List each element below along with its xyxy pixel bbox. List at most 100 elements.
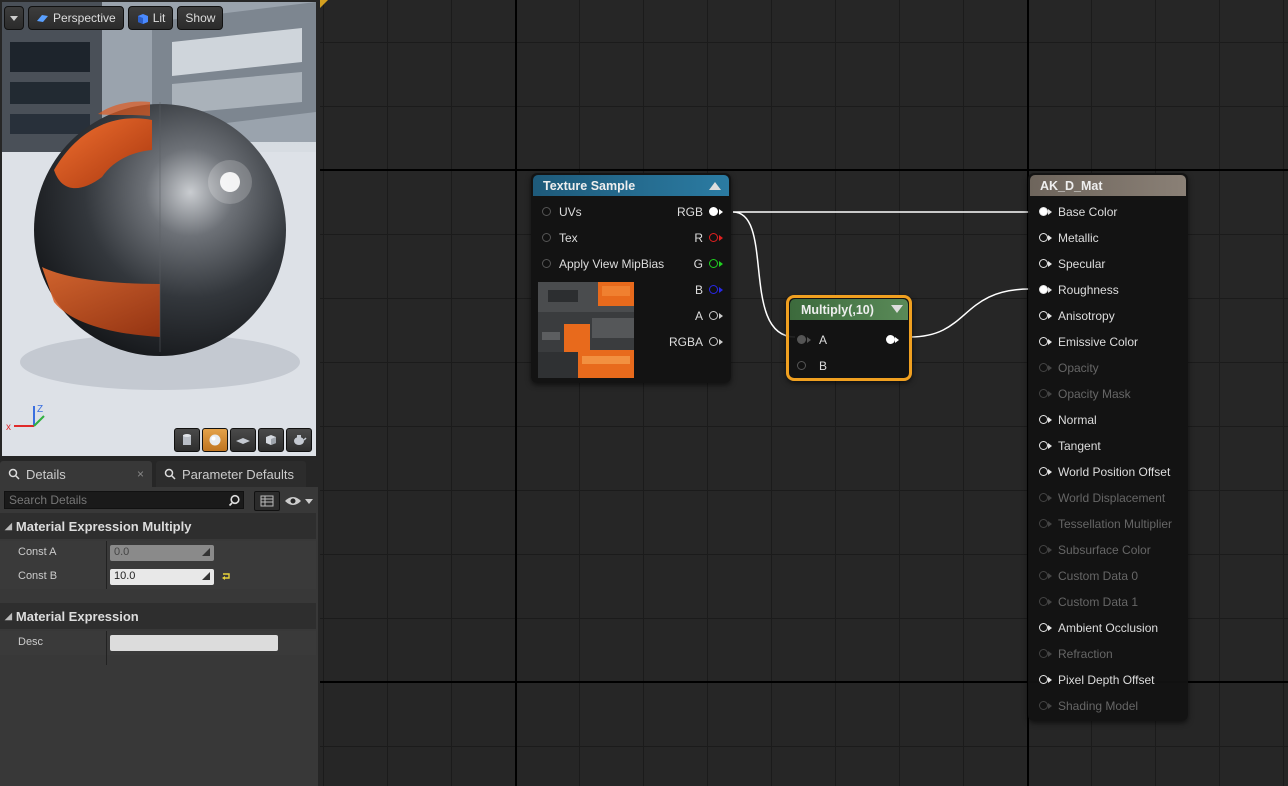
pin-socket: [1039, 285, 1048, 294]
material-pin-custom-data-0[interactable]: Custom Data 0: [1028, 563, 1186, 589]
pin-label: Custom Data 0: [1058, 569, 1139, 583]
multiply-node[interactable]: Multiply(,10) A B: [786, 295, 912, 381]
sphere-preview-button[interactable]: [202, 428, 228, 452]
chevron-down-icon: [305, 498, 313, 504]
pin-socket: [1039, 519, 1048, 528]
output-pin-g[interactable]: G: [651, 251, 731, 277]
pin-socket: [1039, 701, 1048, 710]
texture-sample-header[interactable]: Texture Sample: [533, 175, 729, 196]
material-pin-normal[interactable]: Normal: [1028, 407, 1186, 433]
view-options-button[interactable]: [284, 492, 314, 510]
material-pin-shading-model[interactable]: Shading Model: [1028, 693, 1186, 719]
pin-label: Refraction: [1058, 647, 1113, 661]
material-pin-ambient-occlusion[interactable]: Ambient Occlusion: [1028, 615, 1186, 641]
material-pin-refraction[interactable]: Refraction: [1028, 641, 1186, 667]
pin-label: Roughness: [1058, 283, 1119, 297]
cube-icon: [266, 435, 276, 445]
output-pin-rgba[interactable]: RGBA: [651, 329, 731, 355]
material-pin-metallic[interactable]: Metallic: [1028, 225, 1186, 251]
close-tab-icon[interactable]: ×: [137, 467, 144, 481]
material-pin-specular[interactable]: Specular: [1028, 251, 1186, 277]
pin-socket: [1039, 649, 1048, 658]
pin-socket: [1039, 415, 1048, 424]
pin-socket: [1039, 389, 1048, 398]
pin-label: Anisotropy: [1058, 309, 1115, 323]
multiply-header[interactable]: Multiply(,10): [790, 299, 908, 320]
cylinder-preview-button[interactable]: [174, 428, 200, 452]
search-icon[interactable]: [229, 494, 242, 507]
pin-label: World Displacement: [1058, 491, 1166, 505]
pin-label: Base Color: [1058, 205, 1118, 219]
output-pin-rgb[interactable]: RGB: [651, 199, 731, 225]
material-pin-roughness[interactable]: Roughness: [1028, 277, 1186, 303]
viewport-menu-button[interactable]: [4, 6, 24, 30]
pin-socket: [1039, 233, 1048, 242]
material-pin-anisotropy[interactable]: Anisotropy: [1028, 303, 1186, 329]
pin-socket: [1039, 571, 1048, 580]
category-material-expression-multiply[interactable]: ◢ Material Expression Multiply: [0, 513, 316, 539]
desc-field[interactable]: [110, 635, 278, 651]
pin-arrow: [1048, 599, 1052, 605]
drag-handle-icon: [202, 548, 210, 556]
axis-z-label: Z: [37, 404, 43, 415]
category-material-expression[interactable]: ◢ Material Expression: [0, 603, 316, 629]
viewport-toolbar: Perspective Lit Show: [4, 6, 224, 32]
material-pin-tangent[interactable]: Tangent: [1028, 433, 1186, 459]
material-pin-subsurface-color[interactable]: Subsurface Color: [1028, 537, 1186, 563]
pin-label: Opacity Mask: [1058, 387, 1131, 401]
list-view-icon: [260, 495, 274, 507]
search-details-input[interactable]: [4, 491, 244, 509]
material-pin-custom-data-1[interactable]: Custom Data 1: [1028, 589, 1186, 615]
material-pin-pixel-depth-offset[interactable]: Pixel Depth Offset: [1028, 667, 1186, 693]
output-pin-b[interactable]: B: [651, 277, 731, 303]
perspective-button[interactable]: Perspective: [28, 6, 124, 30]
property-matrix-button[interactable]: [254, 491, 280, 511]
material-pin-emissive-color[interactable]: Emissive Color: [1028, 329, 1186, 355]
tab-details[interactable]: Details ×: [0, 461, 152, 487]
pin-label: Specular: [1058, 257, 1106, 271]
cube-preview-button[interactable]: [258, 428, 284, 452]
output-pin-a[interactable]: A: [651, 303, 731, 329]
pin-arrow: [1048, 261, 1052, 267]
output-pin-r[interactable]: R: [651, 225, 731, 251]
plane-preview-button[interactable]: [230, 428, 256, 452]
material-result-node[interactable]: AK_D_Mat Base Color Metallic Specular Rough…: [1028, 173, 1188, 721]
material-pin-world-displacement[interactable]: World Displacement: [1028, 485, 1186, 511]
pin-arrow: [1048, 209, 1052, 215]
pin-socket: [1039, 363, 1048, 372]
input-pin-uvs[interactable]: UVs: [531, 199, 651, 225]
tab-parameter-defaults[interactable]: Parameter Defaults: [156, 461, 306, 487]
input-pin-tex[interactable]: Tex: [531, 225, 651, 251]
collapse-arrow-icon[interactable]: [891, 305, 903, 313]
material-graph-canvas[interactable]: Texture Sample UVs Tex Apply View MipBia…: [320, 0, 1288, 786]
const-a-field[interactable]: 0.0: [110, 545, 214, 561]
material-pin-tessellation-multiplier[interactable]: Tessellation Multiplier: [1028, 511, 1186, 537]
material-pin-world-position-offset[interactable]: World Position Offset: [1028, 459, 1186, 485]
input-pin-apply-view-mipbias[interactable]: Apply View MipBias: [531, 251, 671, 277]
teapot-icon: [294, 435, 307, 445]
material-pin-base-color[interactable]: Base Color: [1028, 199, 1186, 225]
reset-to-default-icon[interactable]: [221, 572, 231, 582]
input-pin-b[interactable]: B: [789, 353, 909, 379]
custom-mesh-preview-button[interactable]: [286, 428, 312, 452]
material-result-header[interactable]: AK_D_Mat: [1030, 175, 1186, 196]
show-button[interactable]: Show: [177, 6, 224, 30]
collapse-arrow-icon[interactable]: [709, 182, 721, 190]
const-b-field[interactable]: 10.0: [110, 569, 214, 585]
pin-socket: [1039, 337, 1048, 346]
svg-text:x: x: [6, 422, 11, 433]
pin-label: Opacity: [1058, 361, 1099, 375]
cylinder-icon: [183, 434, 191, 445]
material-pin-opacity-mask[interactable]: Opacity Mask: [1028, 381, 1186, 407]
pin-socket: [1039, 311, 1048, 320]
material-preview-viewport[interactable]: Z x Perspective Lit Show: [2, 2, 316, 456]
material-pin-opacity[interactable]: Opacity: [1028, 355, 1186, 381]
texture-sample-node[interactable]: Texture Sample UVs Tex Apply View MipBia…: [531, 173, 731, 383]
input-pin-a[interactable]: A: [789, 327, 909, 353]
property-row-desc: Desc: [0, 631, 316, 655]
perspective-icon: [37, 14, 48, 22]
property-row-const-b: Const B 10.0: [0, 565, 316, 589]
pin-arrow: [1048, 469, 1052, 475]
pin-arrow: [1048, 573, 1052, 579]
lit-button[interactable]: Lit: [127, 6, 174, 30]
